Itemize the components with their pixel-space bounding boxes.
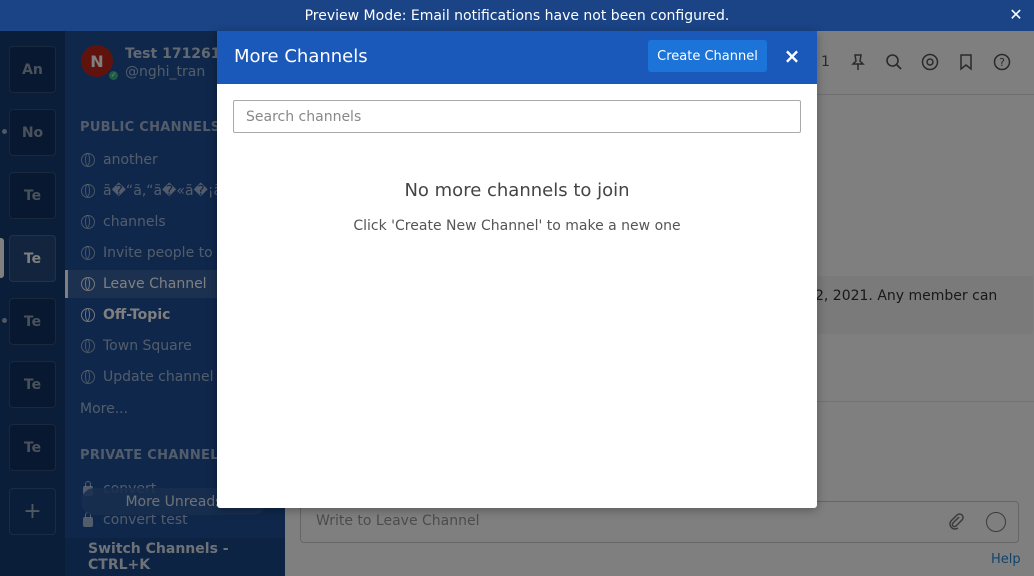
close-icon[interactable]: × [782, 45, 802, 67]
modal-header: More Channels Create Channel × [217, 31, 817, 84]
more-channels-modal: More Channels Create Channel × No more c… [217, 31, 817, 508]
banner-text: Preview Mode: Email notifications have n… [304, 7, 730, 24]
preview-mode-banner: Preview Mode: Email notifications have n… [0, 0, 1034, 31]
banner-close-icon[interactable]: ✕ [1008, 6, 1024, 24]
search-channels-input[interactable] [233, 100, 801, 133]
empty-state-subtitle: Click 'Create New Channel' to make a new… [353, 218, 681, 234]
create-channel-button[interactable]: Create Channel [648, 40, 767, 72]
modal-title: More Channels [234, 46, 368, 67]
empty-state-title: No more channels to join [404, 180, 630, 201]
